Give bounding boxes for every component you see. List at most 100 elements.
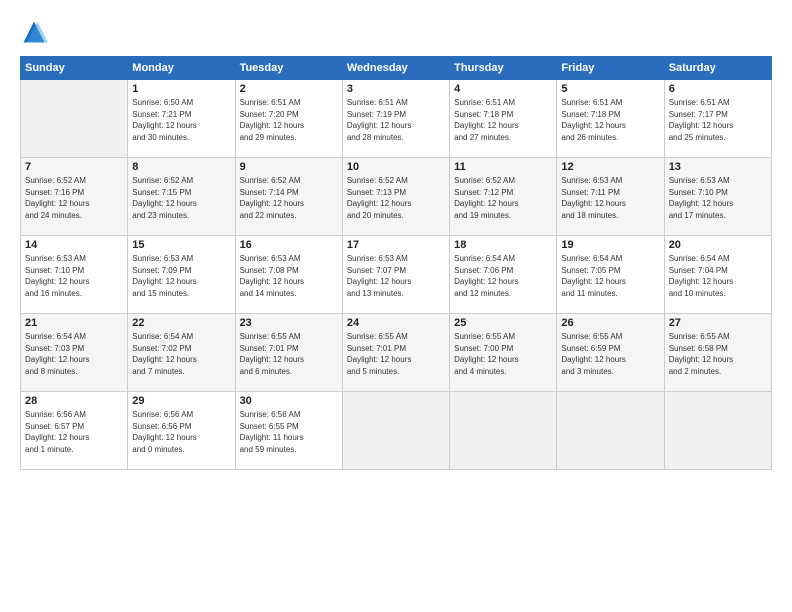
calendar-cell: 3 Sunrise: 6:51 AM Sunset: 7:19 PM Daylig… (342, 80, 449, 158)
day-info: Sunrise: 6:54 AM Sunset: 7:03 PM Dayligh… (25, 331, 123, 377)
day-info: Sunrise: 6:55 AM Sunset: 6:58 PM Dayligh… (669, 331, 767, 377)
day-number: 12 (561, 161, 659, 173)
day-number: 24 (347, 317, 445, 329)
day-number: 7 (25, 161, 123, 173)
day-number: 11 (454, 161, 552, 173)
calendar-cell: 26Sunrise: 6:55 AM Sunset: 6:59 PM Dayli… (557, 314, 664, 392)
day-number: 21 (25, 317, 123, 329)
day-number: 6 (669, 83, 767, 95)
calendar-cell: 11 Sunrise: 6:52 AM Sunset: 7:12 PM Dayli… (450, 158, 557, 236)
col-header-wednesday: Wednesday (342, 57, 449, 80)
day-number: 2 (240, 83, 338, 95)
calendar-cell: 28Sunrise: 6:56 AM Sunset: 6:57 PM Dayli… (21, 392, 128, 470)
day-info: Sunrise: 6:53 AM Sunset: 7:10 PM Dayligh… (669, 175, 767, 221)
day-info: Sunrise: 6:51 AM Sunset: 7:18 PM Dayligh… (561, 97, 659, 143)
calendar-cell: 8 Sunrise: 6:52 AM Sunset: 7:15 PM Daylig… (128, 158, 235, 236)
day-info: Sunrise: 6:53 AM Sunset: 7:09 PM Dayligh… (132, 253, 230, 299)
calendar-cell: 18 Sunrise: 6:54 AM Sunset: 7:06 PM Dayli… (450, 236, 557, 314)
day-number: 20 (669, 239, 767, 251)
day-number: 25 (454, 317, 552, 329)
day-info: Sunrise: 6:53 AM Sunset: 7:08 PM Dayligh… (240, 253, 338, 299)
day-info: Sunrise: 6:56 AM Sunset: 6:56 PM Dayligh… (132, 409, 230, 455)
day-number: 18 (454, 239, 552, 251)
day-info: Sunrise: 6:51 AM Sunset: 7:17 PM Dayligh… (669, 97, 767, 143)
week-row-5: 28Sunrise: 6:56 AM Sunset: 6:57 PM Dayli… (21, 392, 772, 470)
day-info: Sunrise: 6:55 AM Sunset: 7:01 PM Dayligh… (240, 331, 338, 377)
calendar-cell (21, 80, 128, 158)
day-info: Sunrise: 6:53 AM Sunset: 7:10 PM Dayligh… (25, 253, 123, 299)
day-info: Sunrise: 6:52 AM Sunset: 7:15 PM Dayligh… (132, 175, 230, 221)
calendar-cell: 30 Sunrise: 6:56 AM Sunset: 6:55 PM Dayli… (235, 392, 342, 470)
calendar-cell: 20Sunrise: 6:54 AM Sunset: 7:04 PM Dayli… (664, 236, 771, 314)
calendar-cell: 29 Sunrise: 6:56 AM Sunset: 6:56 PM Dayli… (128, 392, 235, 470)
day-info: Sunrise: 6:54 AM Sunset: 7:06 PM Dayligh… (454, 253, 552, 299)
calendar-table: SundayMondayTuesdayWednesdayThursdayFrid… (20, 56, 772, 470)
day-number: 27 (669, 317, 767, 329)
day-number: 29 (132, 395, 230, 407)
col-header-saturday: Saturday (664, 57, 771, 80)
day-info: Sunrise: 6:52 AM Sunset: 7:13 PM Dayligh… (347, 175, 445, 221)
calendar-cell: 17Sunrise: 6:53 AM Sunset: 7:07 PM Dayli… (342, 236, 449, 314)
day-number: 1 (132, 83, 230, 95)
day-number: 13 (669, 161, 767, 173)
calendar-cell: 2Sunrise: 6:51 AM Sunset: 7:20 PM Daylig… (235, 80, 342, 158)
week-row-3: 14 Sunrise: 6:53 AM Sunset: 7:10 PM Dayli… (21, 236, 772, 314)
day-number: 28 (25, 395, 123, 407)
day-number: 26 (561, 317, 659, 329)
calendar-cell: 14 Sunrise: 6:53 AM Sunset: 7:10 PM Dayli… (21, 236, 128, 314)
day-info: Sunrise: 6:52 AM Sunset: 7:16 PM Dayligh… (25, 175, 123, 221)
day-number: 30 (240, 395, 338, 407)
day-number: 3 (347, 83, 445, 95)
calendar-cell: 6 Sunrise: 6:51 AM Sunset: 7:17 PM Daylig… (664, 80, 771, 158)
day-number: 14 (25, 239, 123, 251)
calendar-cell (450, 392, 557, 470)
day-info: Sunrise: 6:55 AM Sunset: 7:00 PM Dayligh… (454, 331, 552, 377)
calendar-cell: 9 Sunrise: 6:52 AM Sunset: 7:14 PM Daylig… (235, 158, 342, 236)
day-number: 17 (347, 239, 445, 251)
header (20, 18, 772, 46)
day-info: Sunrise: 6:50 AM Sunset: 7:21 PM Dayligh… (132, 97, 230, 143)
day-info: Sunrise: 6:56 AM Sunset: 6:55 PM Dayligh… (240, 409, 338, 455)
calendar-cell: 7 Sunrise: 6:52 AM Sunset: 7:16 PM Daylig… (21, 158, 128, 236)
day-info: Sunrise: 6:52 AM Sunset: 7:14 PM Dayligh… (240, 175, 338, 221)
day-number: 22 (132, 317, 230, 329)
day-info: Sunrise: 6:51 AM Sunset: 7:19 PM Dayligh… (347, 97, 445, 143)
day-number: 15 (132, 239, 230, 251)
calendar-cell: 10 Sunrise: 6:52 AM Sunset: 7:13 PM Dayli… (342, 158, 449, 236)
calendar-cell: 13 Sunrise: 6:53 AM Sunset: 7:10 PM Dayli… (664, 158, 771, 236)
week-row-2: 7 Sunrise: 6:52 AM Sunset: 7:16 PM Daylig… (21, 158, 772, 236)
calendar-cell: 15 Sunrise: 6:53 AM Sunset: 7:09 PM Dayli… (128, 236, 235, 314)
day-info: Sunrise: 6:55 AM Sunset: 7:01 PM Dayligh… (347, 331, 445, 377)
day-number: 10 (347, 161, 445, 173)
col-header-friday: Friday (557, 57, 664, 80)
day-number: 8 (132, 161, 230, 173)
logo-icon (20, 18, 48, 46)
calendar-cell: 12 Sunrise: 6:53 AM Sunset: 7:11 PM Dayli… (557, 158, 664, 236)
calendar-cell: 16 Sunrise: 6:53 AM Sunset: 7:08 PM Dayli… (235, 236, 342, 314)
page: SundayMondayTuesdayWednesdayThursdayFrid… (0, 0, 792, 612)
day-info: Sunrise: 6:53 AM Sunset: 7:11 PM Dayligh… (561, 175, 659, 221)
calendar-cell (342, 392, 449, 470)
calendar-cell: 24 Sunrise: 6:55 AM Sunset: 7:01 PM Dayli… (342, 314, 449, 392)
day-info: Sunrise: 6:52 AM Sunset: 7:12 PM Dayligh… (454, 175, 552, 221)
day-info: Sunrise: 6:54 AM Sunset: 7:02 PM Dayligh… (132, 331, 230, 377)
day-number: 16 (240, 239, 338, 251)
day-number: 9 (240, 161, 338, 173)
calendar-cell: 21 Sunrise: 6:54 AM Sunset: 7:03 PM Dayli… (21, 314, 128, 392)
day-number: 5 (561, 83, 659, 95)
week-row-4: 21 Sunrise: 6:54 AM Sunset: 7:03 PM Dayli… (21, 314, 772, 392)
calendar-cell: 1 Sunrise: 6:50 AM Sunset: 7:21 PM Daylig… (128, 80, 235, 158)
week-row-1: 1 Sunrise: 6:50 AM Sunset: 7:21 PM Daylig… (21, 80, 772, 158)
calendar-cell (557, 392, 664, 470)
calendar-cell: 25 Sunrise: 6:55 AM Sunset: 7:00 PM Dayli… (450, 314, 557, 392)
day-info: Sunrise: 6:51 AM Sunset: 7:18 PM Dayligh… (454, 97, 552, 143)
calendar-cell: 4Sunrise: 6:51 AM Sunset: 7:18 PM Daylig… (450, 80, 557, 158)
calendar-cell: 5 Sunrise: 6:51 AM Sunset: 7:18 PM Daylig… (557, 80, 664, 158)
calendar-cell: 27 Sunrise: 6:55 AM Sunset: 6:58 PM Dayli… (664, 314, 771, 392)
day-number: 23 (240, 317, 338, 329)
col-header-thursday: Thursday (450, 57, 557, 80)
logo (20, 18, 52, 46)
calendar-cell: 19Sunrise: 6:54 AM Sunset: 7:05 PM Dayli… (557, 236, 664, 314)
day-info: Sunrise: 6:54 AM Sunset: 7:05 PM Dayligh… (561, 253, 659, 299)
col-header-sunday: Sunday (21, 57, 128, 80)
